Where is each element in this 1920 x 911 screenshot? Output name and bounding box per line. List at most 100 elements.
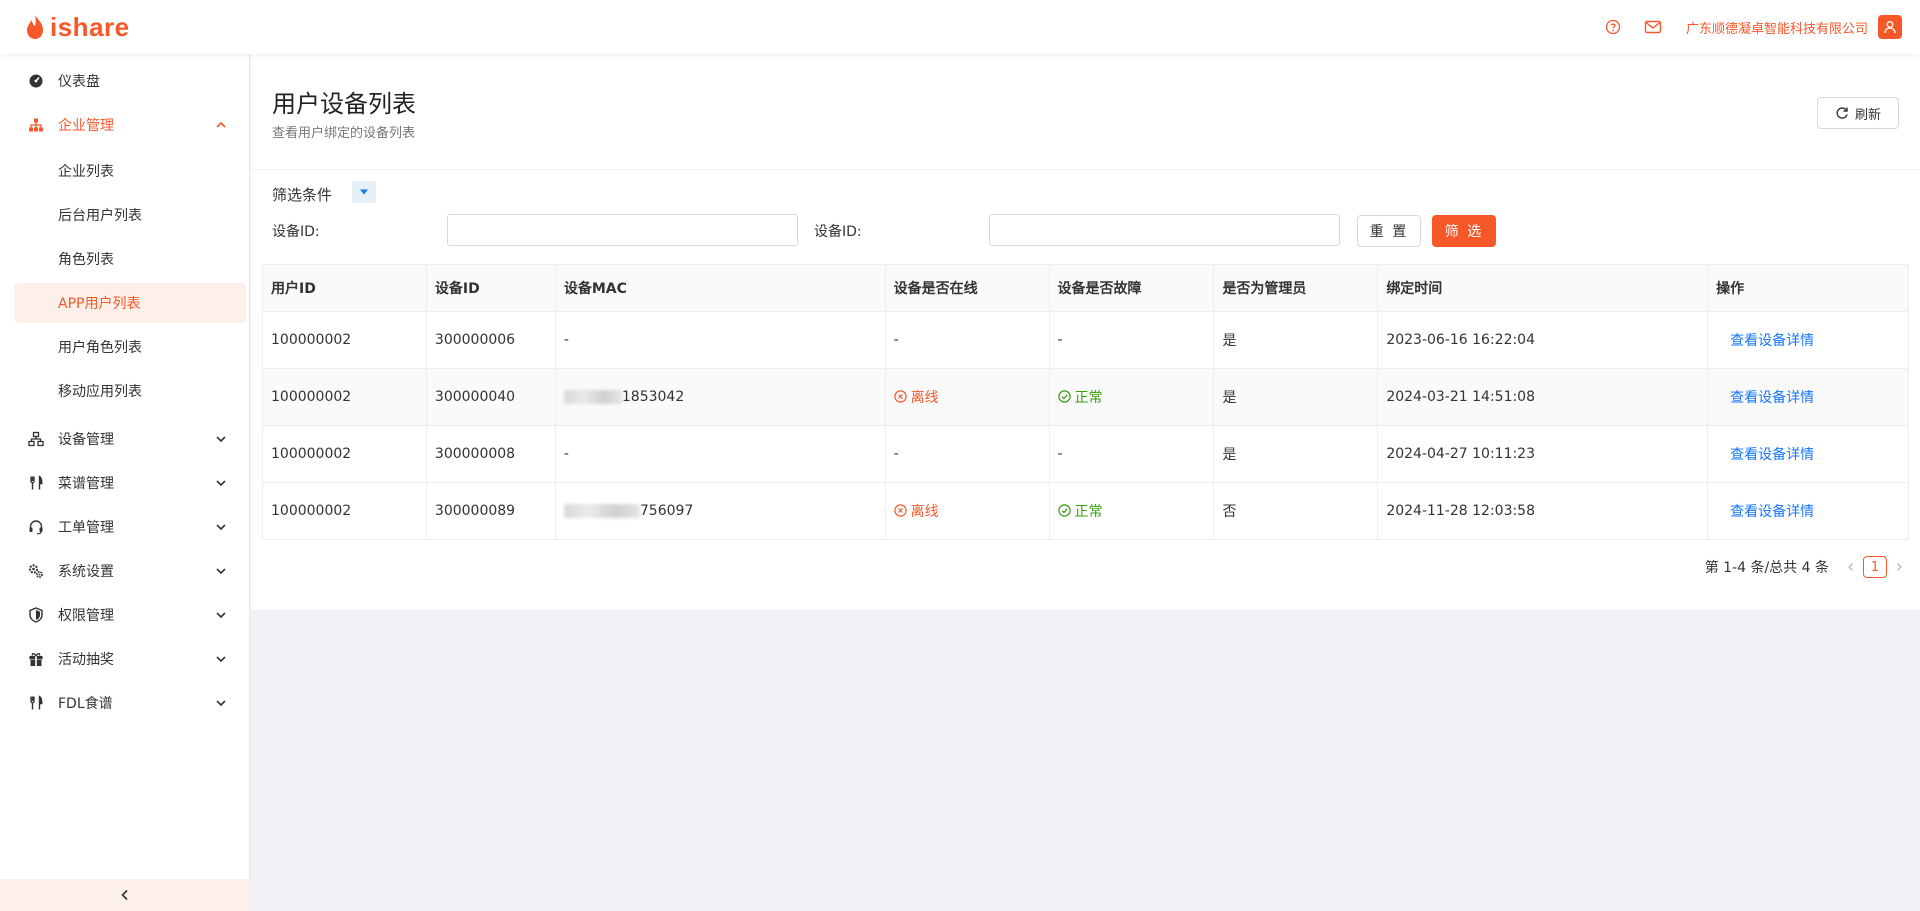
view-device-detail-link[interactable]: 查看设备详情 — [1730, 504, 1814, 520]
column-header[interactable]: 绑定时间 — [1377, 264, 1709, 312]
cell-online: - — [885, 425, 1050, 483]
column-header[interactable]: 设备ID — [426, 264, 556, 312]
caret-down-icon — [360, 189, 368, 195]
device-id-label-1: 设备ID: — [272, 224, 320, 240]
device-id-label-2: 设备ID: — [814, 224, 862, 240]
chevron-up-icon — [216, 121, 226, 128]
sidebar-item-enterprise[interactable]: 企业管理 — [14, 105, 246, 145]
sidebar-item-lottery[interactable]: 活动抽奖 — [14, 639, 246, 679]
cell-user-id: 100000002 — [262, 482, 427, 540]
cell-user-id: 100000002 — [262, 425, 427, 483]
cell-admin: 是 — [1213, 425, 1379, 483]
company-name[interactable]: 广东顺德凝卓智能科技有限公司 — [1686, 18, 1868, 37]
view-device-detail-link[interactable]: 查看设备详情 — [1730, 390, 1814, 406]
cell-admin: 是 — [1213, 311, 1379, 369]
mac-visible-part: 756097 — [639, 503, 694, 519]
filter-button[interactable]: 筛 选 — [1432, 215, 1496, 247]
chevron-down-icon — [216, 656, 226, 663]
offline-status: 离线 — [893, 501, 939, 521]
cell-online: 离线 — [885, 368, 1050, 426]
column-header[interactable]: 设备是否故障 — [1049, 264, 1215, 312]
column-header[interactable]: 设备MAC — [555, 264, 886, 312]
cell-user-id: 100000002 — [262, 368, 427, 426]
mail-icon[interactable] — [1642, 16, 1664, 38]
sidebar-item-dashboard[interactable]: 仪表盘 — [14, 61, 246, 101]
column-header[interactable]: 是否为管理员 — [1213, 264, 1379, 312]
prev-page-button[interactable] — [1841, 557, 1861, 577]
table-header-row: 用户ID 设备ID 设备MAC 设备是否在线 设备是否故障 是否为管理员 绑定时… — [262, 264, 1909, 312]
normal-status: 正常 — [1057, 387, 1103, 407]
online-status-text: 离线 — [910, 389, 939, 406]
sidebar-item-permission[interactable]: 权限管理 — [14, 595, 246, 635]
check-circle-icon — [1057, 390, 1071, 403]
sidebar-subitem-admin-user-list[interactable]: 后台用户列表 — [14, 195, 246, 235]
reset-button[interactable]: 重 置 — [1357, 215, 1421, 247]
sidebar-subitem-mobile-app-list[interactable]: 移动应用列表 — [14, 371, 246, 411]
shield-icon — [28, 607, 44, 623]
sidebar-subitem-role-list[interactable]: 角色列表 — [14, 239, 246, 279]
sidebar-item-label: 系统设置 — [58, 564, 114, 580]
chevron-right-icon — [1897, 563, 1902, 571]
redacted-mac-blur — [563, 390, 622, 404]
cell-mac: - — [555, 311, 886, 369]
sidebar-item-settings[interactable]: 系统设置 — [14, 551, 246, 591]
cell-action: 查看设备详情 — [1707, 368, 1909, 426]
column-header[interactable]: 操作 — [1707, 264, 1909, 312]
cell-bind-time: 2024-04-27 10:11:23 — [1377, 425, 1709, 483]
sidebar-subitem-enterprise-list[interactable]: 企业列表 — [14, 151, 246, 191]
device-id-input-2[interactable] — [989, 214, 1340, 246]
sidebar-item-label: 企业管理 — [58, 118, 114, 134]
user-avatar[interactable] — [1878, 15, 1902, 39]
page-number-button[interactable]: 1 — [1863, 556, 1887, 578]
cell-device-id: 300000089 — [426, 482, 556, 540]
refresh-button[interactable]: 刷新 — [1817, 97, 1899, 129]
pagination-summary: 第 1-4 条/总共 4 条 — [1704, 560, 1829, 576]
sidebar-item-device[interactable]: 设备管理 — [14, 419, 246, 459]
cell-bind-time: 2024-03-21 14:51:08 — [1377, 368, 1709, 426]
redacted-mac-blur — [563, 504, 640, 518]
chevron-down-icon — [216, 524, 226, 531]
cell-user-id: 100000002 — [262, 311, 427, 369]
sidebar-item-ticket[interactable]: 工单管理 — [14, 507, 246, 547]
org-chart-icon — [28, 117, 44, 133]
sidebar-item-label: 菜谱管理 — [58, 476, 114, 492]
table-row: 100000002 300000006 - - - 是 2023-06-16 1… — [262, 311, 1909, 369]
help-circle-icon[interactable] — [1602, 16, 1624, 38]
refresh-icon — [1836, 107, 1848, 119]
user-icon — [1884, 21, 1896, 34]
refresh-label: 刷新 — [1854, 107, 1881, 123]
sidebar-item-label: 权限管理 — [58, 608, 114, 624]
check-circle-icon — [1057, 504, 1071, 517]
cell-action: 查看设备详情 — [1707, 311, 1909, 369]
column-header[interactable]: 设备是否在线 — [885, 264, 1050, 312]
normal-status: 正常 — [1057, 501, 1103, 521]
page-header: 用户设备列表 查看用户绑定的设备列表 刷新 — [251, 54, 1920, 170]
column-header[interactable]: 用户ID — [262, 264, 427, 312]
sidebar-item-label: 活动抽奖 — [58, 652, 114, 668]
sidebar-collapse-button[interactable] — [0, 879, 250, 911]
device-id-input-1[interactable] — [447, 214, 798, 246]
dashboard-icon — [28, 73, 44, 89]
table-row: 100000002 300000008 - - - 是 2024-04-27 1… — [262, 425, 1909, 483]
cell-online: - — [885, 311, 1050, 369]
logo[interactable]: ishare — [24, 12, 130, 42]
mac-visible-part: 1853042 — [621, 389, 685, 405]
sidebar-item-recipe[interactable]: 菜谱管理 — [14, 463, 246, 503]
view-device-detail-link[interactable]: 查看设备详情 — [1730, 333, 1814, 349]
headset-icon — [28, 519, 44, 535]
sidebar-subitem-user-role-list[interactable]: 用户角色列表 — [14, 327, 246, 367]
cell-fault: - — [1049, 425, 1215, 483]
next-page-button[interactable] — [1889, 557, 1909, 577]
sidebar-item-fdl-recipe[interactable]: FDL食谱 — [14, 683, 246, 723]
fault-status-text: 正常 — [1074, 503, 1103, 520]
page-title: 用户设备列表 — [272, 90, 416, 118]
cell-fault: 正常 — [1049, 482, 1215, 540]
cell-mac: - — [555, 425, 886, 483]
filter-toggle-button[interactable] — [352, 181, 376, 203]
cell-mac: 1853042 — [555, 368, 886, 426]
sidebar-subitem-app-user-list[interactable]: APP用户列表 — [14, 283, 246, 323]
cell-device-id: 300000040 — [426, 368, 556, 426]
sidebar: 仪表盘 企业管理 企业列表 后台用户列表 角色列表 APP用户列表 用户角色列表… — [0, 54, 250, 911]
cell-mac: 756097 — [555, 482, 886, 540]
view-device-detail-link[interactable]: 查看设备详情 — [1730, 447, 1814, 463]
